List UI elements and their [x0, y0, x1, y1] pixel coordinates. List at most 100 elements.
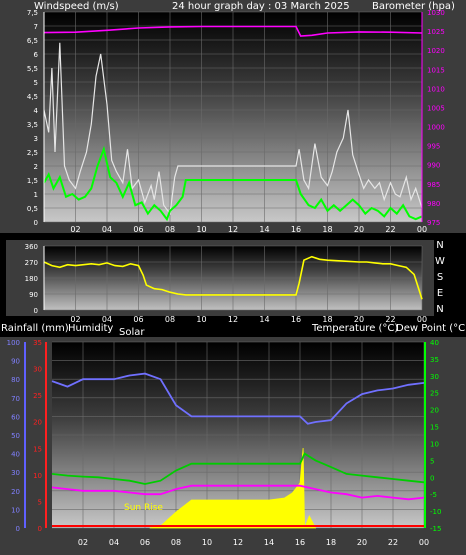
direction-y-tick-label: 0	[34, 307, 38, 315]
rain-y-tick-label: 0	[38, 525, 42, 533]
temp-x-tick-label: 10	[202, 538, 212, 547]
wind-y-tick-label: 2	[34, 163, 38, 171]
temperature-y-tick-label: -10	[430, 508, 441, 516]
barometer-y-tick-label: 1015	[427, 66, 445, 74]
weather-charts: 00,511,522,533,544,555,566,577,597598098…	[0, 0, 466, 555]
temp-x-tick-label: 16	[295, 538, 305, 547]
wind-y-tick-label: 4	[34, 107, 39, 115]
compass-label: E	[437, 288, 443, 299]
rain-y-tick-label: 35	[33, 339, 42, 347]
humidity-axis-title: Humidity	[68, 323, 113, 334]
barometer-y-tick-label: 980	[427, 200, 440, 208]
sunrise-label: Sun Rise	[124, 503, 163, 513]
wind-y-tick-label: 6,5	[27, 37, 38, 45]
wind-x-tick-label: 00	[417, 225, 427, 234]
direction-y-tick-label: 360	[25, 243, 38, 251]
temp-x-tick-label: 18	[326, 538, 336, 547]
wind-x-tick-label: 16	[291, 225, 301, 234]
humidity-y-tick-label: 30	[11, 469, 20, 477]
barometer-y-tick-label: 1005	[427, 104, 445, 112]
temperature-y-tick-label: 15	[430, 424, 439, 432]
temperature-axis-title: Temperature (°C)	[311, 323, 398, 334]
wind-x-tick-label: 10	[196, 225, 206, 234]
temp-x-tick-label: 14	[264, 538, 274, 547]
barometer-y-tick-label: 990	[427, 162, 440, 170]
humidity-y-tick-label: 50	[11, 432, 20, 440]
temp-x-tick-label: 02	[78, 538, 88, 547]
rain-y-tick-label: 30	[33, 366, 42, 374]
rain-y-tick-label: 10	[33, 472, 42, 480]
wind-x-tick-label: 20	[354, 225, 364, 234]
chart-title: 24 hour graph day : 03 March 2025	[172, 1, 350, 12]
windspeed-axis-title: Windspeed (m/s)	[34, 1, 119, 12]
wind-y-tick-label: 5	[34, 79, 38, 87]
wind-y-tick-label: 1,5	[27, 177, 38, 185]
temperature-y-tick-label: 5	[430, 457, 434, 465]
temperature-y-tick-label: 0	[430, 474, 434, 482]
wind-y-tick-label: 5,5	[27, 65, 38, 73]
rainfall-axis-title: Rainfall (mm)	[1, 323, 69, 334]
wind-x-tick-label: 12	[228, 225, 238, 234]
barometer-y-tick-label: 995	[427, 143, 440, 151]
temperature-y-tick-label: 40	[430, 339, 439, 347]
direction-x-tick-label: 10	[196, 315, 206, 324]
direction-x-tick-label: 12	[228, 315, 238, 324]
wind-x-tick-label: 14	[259, 225, 269, 234]
wind-x-tick-label: 08	[165, 225, 175, 234]
barometer-y-tick-label: 975	[427, 219, 440, 227]
direction-y-tick-label: 270	[25, 259, 38, 267]
barometer-y-tick-label: 1010	[427, 85, 445, 93]
wind-x-tick-label: 04	[102, 225, 112, 234]
humidity-y-tick-label: 100	[7, 339, 20, 347]
solar-label: Solar	[119, 327, 145, 338]
rain-y-tick-label: 25	[33, 392, 42, 400]
barometer-y-tick-label: 1020	[427, 47, 445, 55]
direction-x-tick-label: 14	[259, 315, 269, 324]
rain-y-tick-label: 5	[38, 498, 42, 506]
compass-label: S	[437, 272, 443, 283]
barometer-axis-title: Barometer (hpa)	[372, 1, 455, 12]
wind-y-tick-label: 6	[34, 51, 39, 59]
temp-x-tick-label: 22	[388, 538, 398, 547]
barometer-y-tick-label: 1000	[427, 124, 445, 132]
humidity-y-tick-label: 70	[11, 395, 20, 403]
wind-x-tick-label: 22	[385, 225, 395, 234]
wind-y-tick-label: 2,5	[27, 149, 38, 157]
compass-label: N	[436, 304, 443, 315]
temperature-y-tick-label: -5	[430, 491, 437, 499]
temperature-y-tick-label: 30	[430, 373, 439, 381]
wind-x-tick-label: 02	[70, 225, 80, 234]
barometer-y-tick-label: 1025	[427, 28, 445, 36]
compass-label: N	[436, 240, 443, 251]
direction-x-tick-label: 08	[165, 315, 175, 324]
wind-y-tick-label: 7	[34, 23, 38, 31]
temperature-y-tick-label: 20	[430, 407, 439, 415]
direction-y-tick-label: 90	[29, 291, 38, 299]
humidity-y-tick-label: 80	[11, 376, 20, 384]
temp-x-tick-label: 20	[357, 538, 367, 547]
temperature-y-tick-label: 10	[430, 440, 439, 448]
wind-x-tick-label: 18	[322, 225, 332, 234]
temperature-y-tick-label: 35	[430, 356, 439, 364]
weather-graph-window: 0 0,5 1 1,5 2 2,5 3 3,5 4 4,5 5 5,5 6 6,5 7 7,5 975 980 98…	[0, 0, 466, 555]
temperature-y-tick-label: -15	[430, 525, 441, 533]
barometer-y-tick-label: 985	[427, 181, 440, 189]
humidity-y-tick-label: 40	[11, 451, 20, 459]
dewpoint-axis-title: Dew Point (°C)	[396, 323, 466, 334]
humidity-y-tick-label: 60	[11, 413, 20, 421]
wind-y-tick-label: 3,5	[27, 121, 38, 129]
humidity-y-tick-label: 0	[16, 525, 20, 533]
temp-x-tick-label: 04	[109, 538, 119, 547]
rain-y-tick-label: 15	[33, 445, 42, 453]
direction-x-tick-label: 06	[133, 315, 143, 324]
temp-x-tick-label: 08	[171, 538, 181, 547]
rain-y-tick-label: 20	[33, 419, 42, 427]
temperature-y-tick-label: 25	[430, 390, 439, 398]
wind-y-tick-label: 0,5	[27, 205, 38, 213]
humidity-y-tick-label: 10	[11, 506, 20, 514]
wind-x-tick-label: 06	[133, 225, 143, 234]
humidity-y-tick-label: 90	[11, 358, 20, 366]
temp-x-tick-label: 00	[419, 538, 429, 547]
direction-x-tick-label: 16	[291, 315, 301, 324]
temp-x-tick-label: 06	[140, 538, 150, 547]
